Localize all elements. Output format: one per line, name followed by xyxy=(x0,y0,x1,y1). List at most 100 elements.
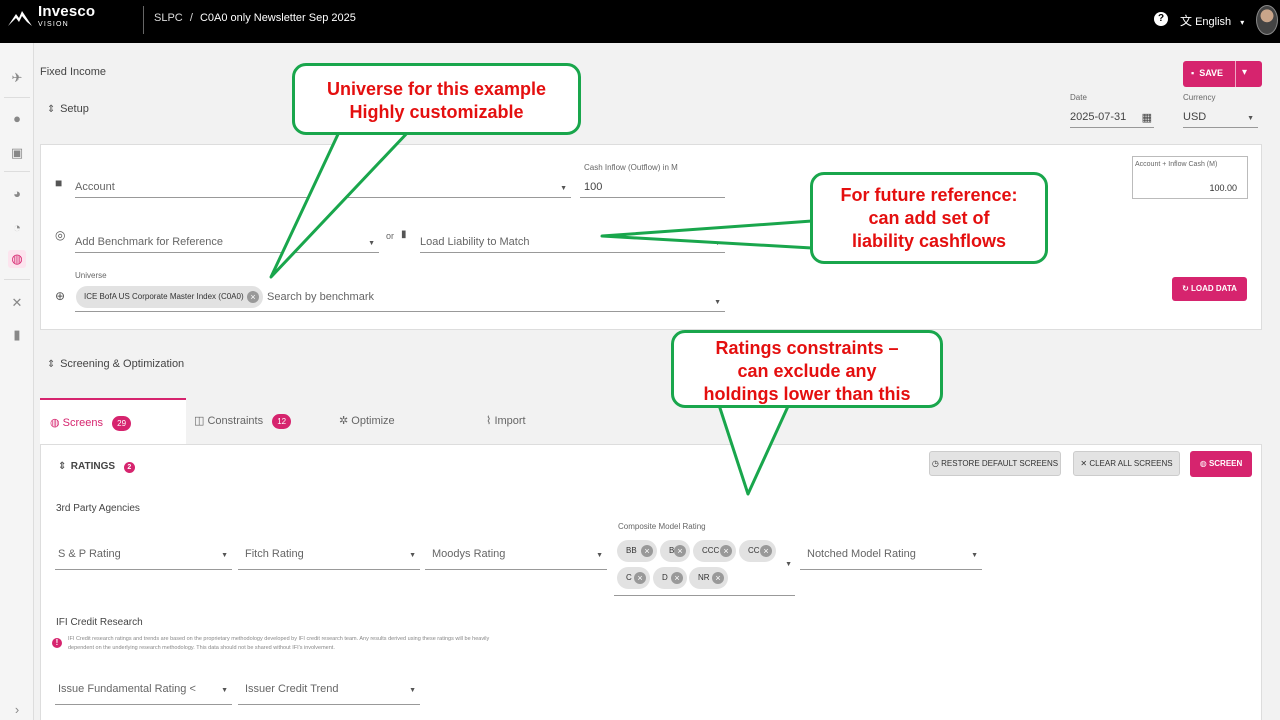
screen-label: SCREEN xyxy=(1208,459,1243,468)
rating-chip-label: CCC xyxy=(702,546,720,555)
universe-chip-label: ICE BofA US Corporate Master Index (C0A0… xyxy=(84,292,244,301)
load-data-button[interactable]: ↻ LOAD DATA xyxy=(1172,277,1247,301)
language-selector[interactable]: 文 English ▾ xyxy=(1180,12,1244,29)
remove-chip-icon[interactable]: × xyxy=(641,545,653,557)
issuer-trend-placeholder: Issuer Credit Trend xyxy=(245,683,339,695)
universe-search-input[interactable]: Search by benchmark xyxy=(267,291,374,303)
account-inflow-value: 100.00 xyxy=(1209,183,1237,193)
account-inflow-label: Account + Inflow Cash (M) xyxy=(1135,161,1218,168)
issue-fundamental-select[interactable]: Issue Fundamental Rating < ▼ xyxy=(55,675,232,705)
pie-chart-icon[interactable]: ◕ xyxy=(8,185,26,203)
clear-all-screens-button[interactable]: ✕ CLEAR ALL SCREENS xyxy=(1073,451,1180,476)
user-icon[interactable]: ● xyxy=(8,110,26,128)
breadcrumb-root[interactable]: SLPC xyxy=(154,12,183,24)
rating-chip-label: NR xyxy=(698,573,710,582)
rating-chip-c[interactable]: C × xyxy=(617,567,650,589)
screens-icon: ◍ xyxy=(50,417,60,429)
fitch-rating-placeholder: Fitch Rating xyxy=(245,548,304,560)
history-icon: ◷ xyxy=(931,459,939,468)
rating-chip-nr[interactable]: NR × xyxy=(689,567,728,589)
chevron-down-icon: ▼ xyxy=(409,687,416,694)
gear-icon: ✲ xyxy=(339,415,349,427)
restore-default-screens-button[interactable]: ◷ RESTORE DEFAULT SCREENS xyxy=(929,451,1061,476)
currency-select[interactable]: USD ▼ xyxy=(1183,104,1258,128)
remove-chip-icon[interactable]: × xyxy=(247,291,259,303)
breadcrumb-sep: / xyxy=(189,12,193,24)
side-nav: ✈ ● ▣ ◕ ◔ ◍ ✕ ▮ › xyxy=(0,43,34,720)
fitch-rating-select[interactable]: Fitch Rating ▼ xyxy=(238,540,420,570)
search-icon[interactable]: ▣ xyxy=(8,144,26,162)
remove-chip-icon[interactable]: × xyxy=(760,545,772,557)
tools-icon[interactable]: ✕ xyxy=(8,294,26,312)
date-field[interactable]: 2025-07-31 ▦ xyxy=(1070,104,1154,128)
chevron-down-icon[interactable]: ▾ xyxy=(1242,67,1247,78)
remove-chip-icon[interactable]: × xyxy=(720,545,732,557)
liability-placeholder: Load Liability to Match xyxy=(420,236,530,248)
save-divider xyxy=(1235,61,1236,87)
sp-rating-select[interactable]: S & P Rating ▼ xyxy=(55,540,232,570)
setup-label: Setup xyxy=(60,103,89,115)
cash-inflow-input[interactable]: 100 xyxy=(580,173,725,198)
constraints-count-badge: 12 xyxy=(272,414,292,429)
issuer-credit-trend-select[interactable]: Issuer Credit Trend ▼ xyxy=(238,675,420,705)
rating-chip-label: CC xyxy=(748,546,760,555)
tab-optimize[interactable]: ✲ Optimize xyxy=(339,398,469,444)
close-icon: ✕ xyxy=(1080,459,1088,468)
ratings-callout-text: Ratings constraints – can exclude any ho… xyxy=(703,338,911,404)
translate-icon: 文 xyxy=(1180,14,1193,28)
save-button[interactable]: ▪ SAVE ▾ xyxy=(1183,61,1262,87)
notched-rating-select[interactable]: Notched Model Rating ▼ xyxy=(800,540,982,570)
rating-chip-b[interactable]: B × xyxy=(660,540,690,562)
liability-callout-text: For future reference: can add set of lia… xyxy=(840,185,1018,251)
cash-inflow-label: Cash Inflow (Outflow) in M xyxy=(584,163,678,172)
remove-chip-icon[interactable]: × xyxy=(671,572,683,584)
chevron-down-icon: ▼ xyxy=(221,687,228,694)
chevron-down-icon: ▼ xyxy=(368,240,375,247)
save-label: SAVE xyxy=(1199,68,1224,78)
remove-chip-icon[interactable]: × xyxy=(712,572,724,584)
tab-optimize-label: Optimize xyxy=(351,415,395,427)
help-icon[interactable]: ? xyxy=(1154,12,1168,26)
remove-chip-icon[interactable]: × xyxy=(634,572,646,584)
cash-inflow-value: 100 xyxy=(584,181,603,193)
remove-chip-icon[interactable]: × xyxy=(674,545,686,557)
tab-import-label: Import xyxy=(494,415,526,427)
bar-chart-icon: ▮ xyxy=(401,229,407,240)
currency-value: USD xyxy=(1183,111,1207,123)
bar-chart-icon[interactable]: ▮ xyxy=(8,326,26,344)
avatar[interactable] xyxy=(1256,5,1278,35)
screen-button[interactable]: ◍ SCREEN xyxy=(1190,451,1252,477)
collapse-icon: ⇕ xyxy=(58,461,67,472)
liability-select[interactable]: Load Liability to Match ▼ xyxy=(420,226,725,253)
donut-chart-icon[interactable]: ◔ xyxy=(8,219,26,237)
rating-chip-cc[interactable]: CC × xyxy=(739,540,776,562)
invesco-logo[interactable]: Invesco VISION xyxy=(8,4,95,30)
ratings-count-badge: 2 xyxy=(123,462,135,473)
rating-chip-label: BB xyxy=(626,546,637,555)
moodys-rating-select[interactable]: Moodys Rating ▼ xyxy=(425,540,607,570)
reload-icon: ↻ xyxy=(1182,284,1189,293)
universe-chip[interactable]: ICE BofA US Corporate Master Index (C0A0… xyxy=(76,286,263,308)
screening-section-header[interactable]: ⇕ Screening & Optimization xyxy=(47,358,184,370)
calendar-icon[interactable]: ▦ xyxy=(1142,111,1152,124)
top-bar: Invesco VISION SLPC / C0A0 only Newslett… xyxy=(0,0,1280,43)
setup-section-header[interactable]: ⇕ Setup xyxy=(47,103,89,115)
tab-import[interactable]: ⌇ Import xyxy=(486,398,616,444)
universe-callout-text: Universe for this example Highly customi… xyxy=(326,79,547,122)
tab-constraints[interactable]: ◫ Constraints 12 xyxy=(194,398,324,444)
benchmark-select[interactable]: Add Benchmark for Reference ▼ xyxy=(75,226,379,253)
telescope-icon[interactable]: ✈ xyxy=(8,69,26,87)
language-label: English xyxy=(1195,16,1232,28)
account-select[interactable]: Account ▼ xyxy=(75,172,571,198)
rating-chip-bb[interactable]: BB × xyxy=(617,540,657,562)
moodys-rating-placeholder: Moodys Rating xyxy=(432,548,506,560)
tab-screens[interactable]: ◍ Screens 29 xyxy=(40,398,186,444)
screen-search-icon[interactable]: ◍ xyxy=(8,250,26,268)
rating-chip-ccc[interactable]: CCC × xyxy=(693,540,736,562)
collapse-icon: ⇕ xyxy=(47,359,56,370)
rating-chip-d[interactable]: D × xyxy=(653,567,687,589)
ratings-section-header[interactable]: ⇕ RATINGS 2 xyxy=(58,461,135,473)
brand-sub: VISION xyxy=(38,21,69,28)
chevron-right-icon[interactable]: › xyxy=(8,701,26,719)
nav-divider xyxy=(4,171,30,172)
